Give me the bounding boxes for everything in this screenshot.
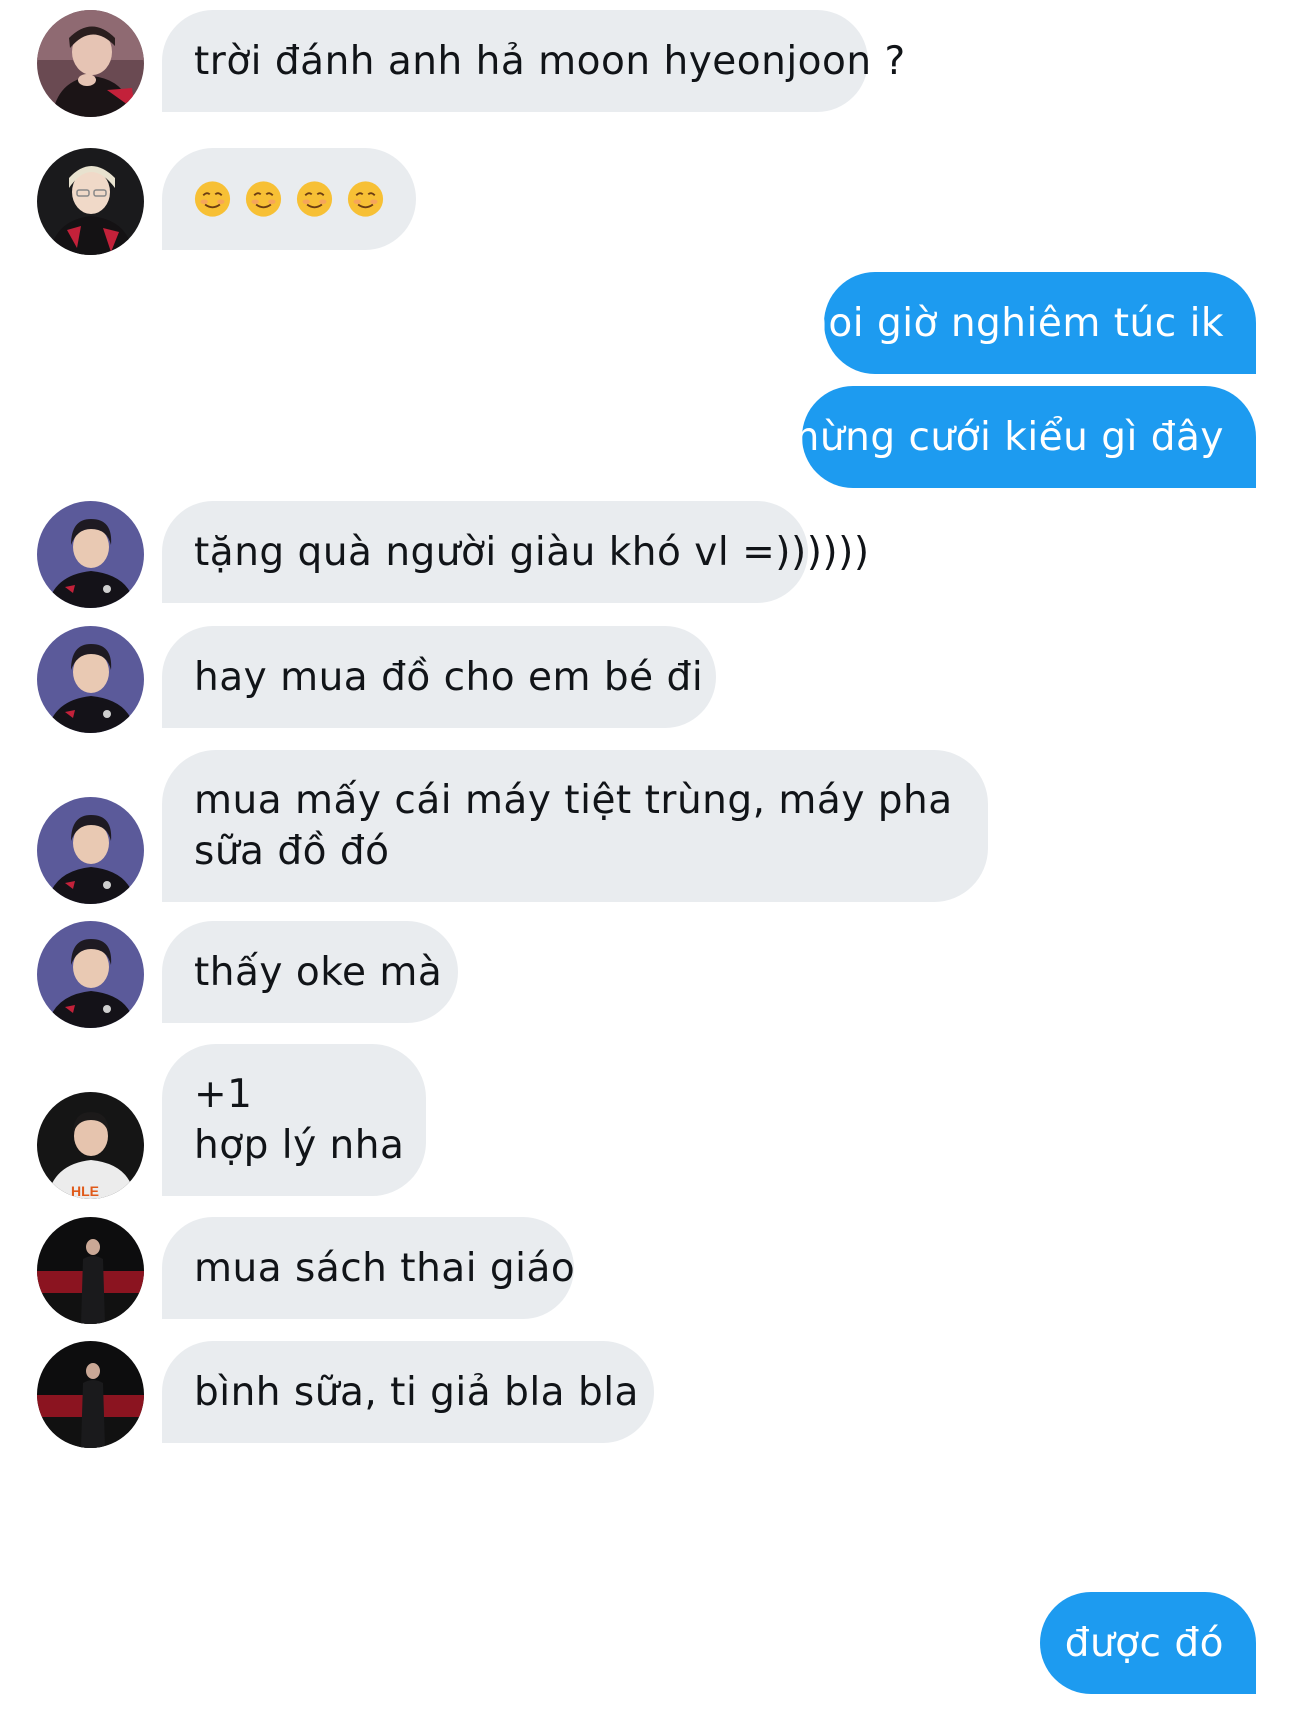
message-text-line: mua mấy cái máy tiệt trùng, máy pha xyxy=(194,778,953,823)
smiling-face-icon xyxy=(296,181,333,217)
message-bubble[interactable]: mua mấy cái máy tiệt trùng, máy pha sữa … xyxy=(162,750,988,902)
message-text: mừng cưới kiểu gì đây xyxy=(781,414,1224,460)
message-bubble[interactable] xyxy=(162,148,416,250)
message-text: bình sữa, ti giả bla bla xyxy=(194,1369,639,1415)
message-text-line: hợp lý nha xyxy=(194,1123,405,1168)
blond-player-avatar[interactable] xyxy=(37,148,144,255)
hle-player-avatar[interactable]: HLE xyxy=(37,1092,144,1199)
message-text-line: sữa đồ đó xyxy=(194,829,390,874)
svg-text:HLE: HLE xyxy=(71,1183,99,1199)
message-text: hay mua đồ cho em bé đi xyxy=(194,654,704,700)
message-text: hoi giờ nghiêm túc ik xyxy=(803,300,1224,346)
purple-bg-player-avatar[interactable] xyxy=(37,501,144,608)
message-bubble-outgoing[interactable]: được đó xyxy=(1040,1592,1256,1694)
dark-stage-player-avatar[interactable] xyxy=(37,1341,144,1448)
message-bubble[interactable]: tặng quà người giàu khó vl =)))))) xyxy=(162,501,870,603)
dark-stage-player-avatar[interactable] xyxy=(37,1217,144,1324)
message-text-line: +1 xyxy=(194,1072,253,1117)
message-bubble[interactable]: +1 hợp lý nha xyxy=(162,1044,426,1196)
message-text: tặng quà người giàu khó vl =)))))) xyxy=(194,529,870,575)
message-bubble[interactable]: thấy oke mà xyxy=(162,921,458,1023)
message-bubble[interactable]: trời đánh anh hả moon hyeonjoon ? xyxy=(162,10,906,112)
smiling-face-icon xyxy=(194,181,231,217)
message-text: được đó xyxy=(1064,1620,1224,1666)
red-team-player-avatar[interactable] xyxy=(37,10,144,117)
message-bubble-outgoing[interactable]: mừng cưới kiểu gì đây xyxy=(781,386,1256,488)
smiling-face-icon xyxy=(347,181,384,217)
message-bubble-outgoing[interactable]: hoi giờ nghiêm túc ik xyxy=(803,272,1256,374)
emoji-row xyxy=(194,179,384,219)
message-bubble[interactable]: bình sữa, ti giả bla bla xyxy=(162,1341,654,1443)
purple-bg-player-avatar[interactable] xyxy=(37,797,144,904)
message-bubble[interactable]: mua sách thai giáo xyxy=(162,1217,576,1319)
message-text: trời đánh anh hả moon hyeonjoon ? xyxy=(194,38,906,84)
purple-bg-player-avatar[interactable] xyxy=(37,921,144,1028)
message-text: thấy oke mà xyxy=(194,949,443,995)
message-text: mua sách thai giáo xyxy=(194,1245,576,1291)
message-bubble[interactable]: hay mua đồ cho em bé đi xyxy=(162,626,716,728)
purple-bg-player-avatar[interactable] xyxy=(37,626,144,733)
smiling-face-icon xyxy=(245,181,282,217)
